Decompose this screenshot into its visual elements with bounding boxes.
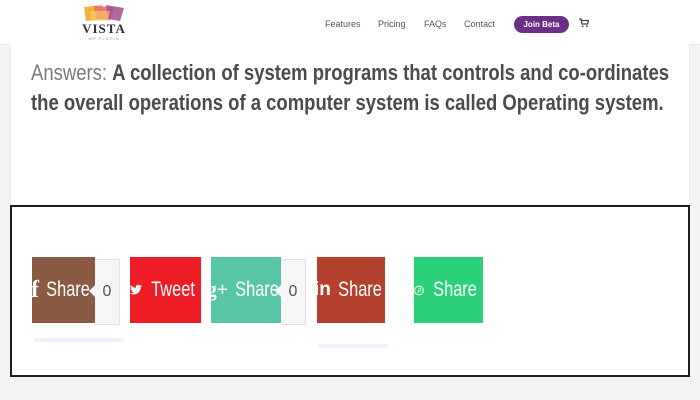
- nav-pricing[interactable]: Pricing: [378, 17, 406, 31]
- googleplus-icon: g+: [206, 279, 229, 301]
- linkedin-icon: in: [314, 279, 331, 300]
- divider: [318, 344, 388, 348]
- linkedin-share-button[interactable]: in Share: [314, 257, 385, 323]
- nav-features[interactable]: Features: [325, 17, 361, 31]
- nav-faqs[interactable]: FAQs: [424, 17, 447, 31]
- answer-paragraph: Answers: A collection of system programs…: [31, 58, 669, 118]
- facebook-icon: f: [30, 277, 39, 303]
- facebook-share-count: 0: [89, 259, 120, 325]
- site-header: VISTA WP PLUGIN Features Pricing FAQs Co…: [0, 0, 700, 45]
- linkedin-share-label: Share: [338, 278, 382, 301]
- facebook-share-label: Share: [46, 278, 90, 301]
- nav-contact[interactable]: Contact: [464, 17, 495, 31]
- facebook-share-button[interactable]: f Share: [30, 257, 95, 323]
- answer-text: A collection of system programs that con…: [31, 60, 670, 115]
- article-card: Answers: A collection of system programs…: [10, 44, 690, 204]
- twitter-bird-icon: [130, 284, 142, 295]
- twitter-tweet-label: Tweet: [151, 278, 195, 301]
- googleplus-share-button[interactable]: g+ Share: [207, 257, 281, 323]
- share-panel: f Share 0 Tweet g+ Share 0 in Share Shar…: [10, 205, 690, 377]
- googleplus-share-label: Share: [235, 278, 280, 301]
- divider: [34, 338, 124, 342]
- pinterest-share-button[interactable]: Share: [414, 257, 483, 323]
- pinterest-icon: [414, 285, 424, 295]
- answer-label: Answers:: [31, 60, 108, 85]
- join-beta-button[interactable]: Join Beta: [514, 16, 569, 33]
- pinterest-share-label: Share: [433, 278, 477, 301]
- main-nav: Features Pricing FAQs Contact: [0, 17, 700, 33]
- googleplus-share-count: 0: [275, 259, 306, 325]
- logo-subtext: WP PLUGIN: [88, 36, 120, 41]
- cart-icon[interactable]: [579, 18, 589, 28]
- twitter-tweet-button[interactable]: Tweet: [130, 257, 201, 323]
